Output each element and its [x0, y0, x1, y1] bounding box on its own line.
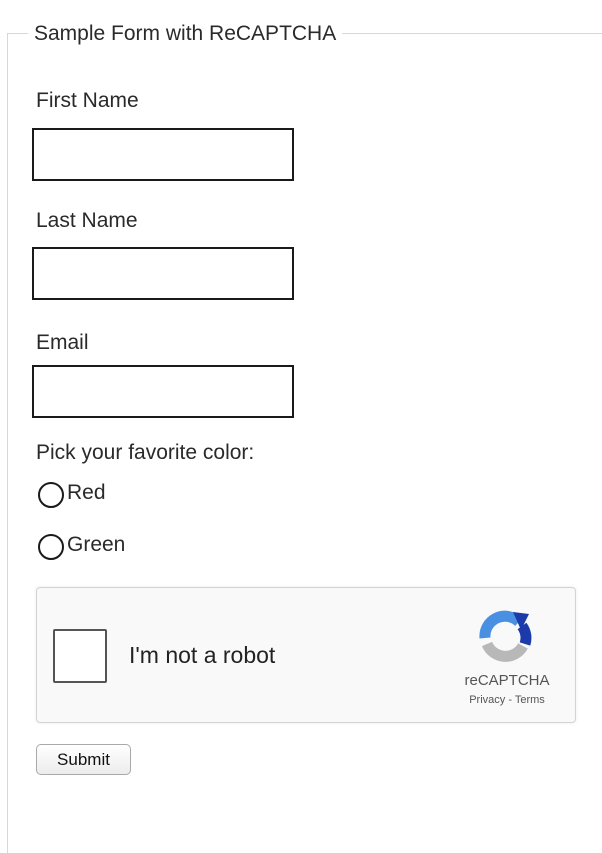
color-prompt-label: Pick your favorite color: — [36, 441, 255, 464]
last-name-input[interactable] — [32, 247, 294, 300]
radio-label-green: Green — [67, 533, 126, 556]
email-label: Email — [36, 331, 89, 354]
radio-green[interactable] — [38, 534, 64, 560]
first-name-input[interactable] — [32, 128, 294, 181]
radio-option-green[interactable]: Green — [38, 532, 125, 562]
recaptcha-logo-icon — [479, 610, 532, 662]
terms-link[interactable]: Terms — [515, 694, 545, 706]
privacy-link[interactable]: Privacy — [469, 694, 505, 706]
recaptcha-widget: I'm not a robot reCAPTCHA Privacy - Term… — [36, 587, 576, 723]
recaptcha-checkbox[interactable] — [53, 629, 107, 683]
radio-option-red[interactable]: Red — [38, 480, 106, 510]
submit-button[interactable]: Submit — [36, 744, 131, 775]
radio-red[interactable] — [38, 482, 64, 508]
recaptcha-label: I'm not a robot — [129, 642, 276, 668]
email-input[interactable] — [32, 365, 294, 418]
recaptcha-links: Privacy - Terms — [449, 693, 565, 707]
recaptcha-brand: reCAPTCHA — [464, 672, 550, 689]
form-legend: Sample Form with ReCAPTCHA — [28, 20, 343, 48]
last-name-label: Last Name — [36, 209, 138, 232]
radio-label-red: Red — [67, 481, 106, 504]
first-name-label: First Name — [36, 89, 139, 112]
links-separator: - — [505, 694, 515, 706]
